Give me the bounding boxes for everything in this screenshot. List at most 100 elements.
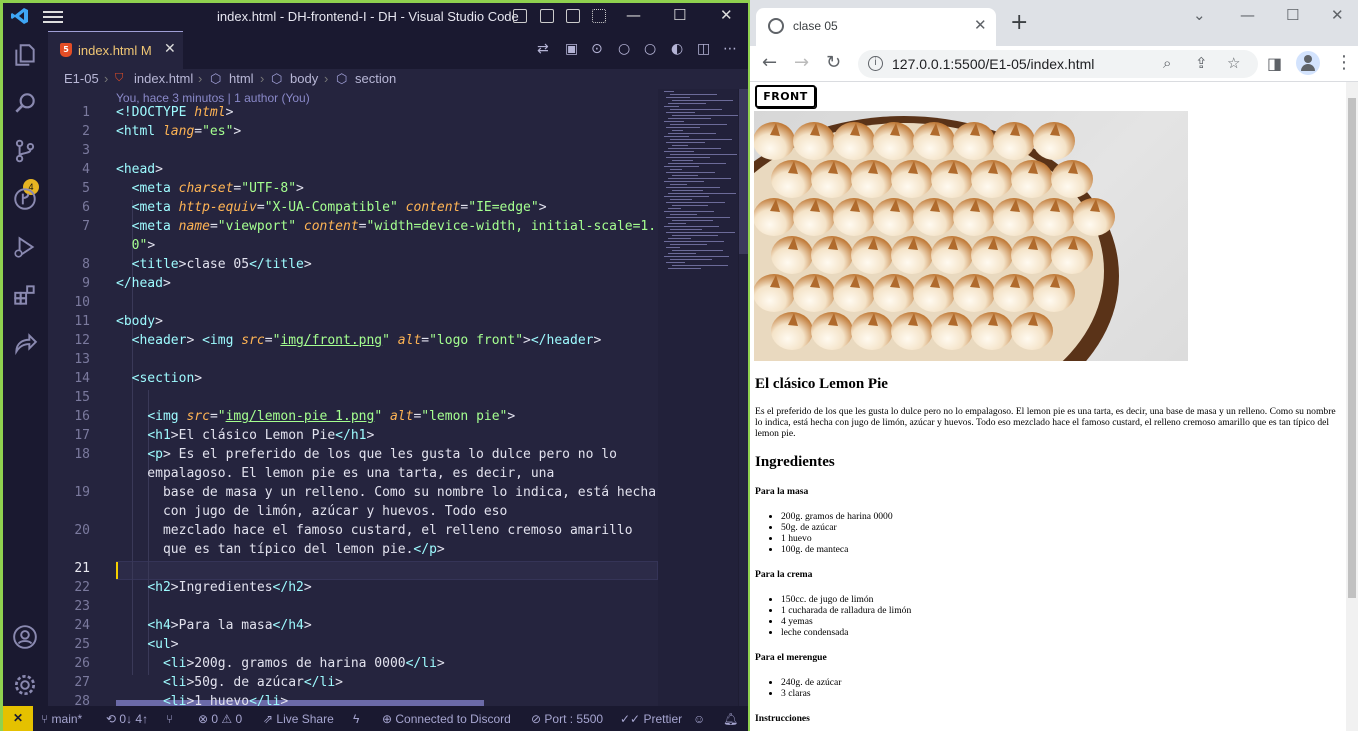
maximize-icon[interactable]: ☐ xyxy=(673,6,686,24)
git-lens-icon[interactable]: ◐ xyxy=(671,41,683,57)
live-share-icon[interactable] xyxy=(9,327,41,359)
git-graph-status-icon[interactable]: ⑂ xyxy=(166,712,173,726)
branch-status[interactable]: ⑂ main* xyxy=(41,712,82,726)
close-window-icon[interactable]: ✕ xyxy=(1331,6,1344,24)
toggle-panel-icon[interactable] xyxy=(540,9,554,23)
code-line[interactable]: <header> <img src="img/front.png" alt="l… xyxy=(116,333,602,348)
hamburger-menu-icon[interactable] xyxy=(43,8,63,26)
lightning-icon[interactable]: ϟ xyxy=(353,712,359,726)
tab-index-html[interactable]: 5 index.html M ✕ xyxy=(48,31,183,69)
extensions-icon[interactable] xyxy=(9,279,41,311)
chrome-menu-icon[interactable]: ⋮ xyxy=(1335,52,1353,73)
chevron-right-icon: › xyxy=(104,71,109,86)
code-line[interactable]: <li>200g. gramos de harina 0000</li> xyxy=(116,656,445,671)
code-line[interactable]: <title>clase 05</title> xyxy=(116,257,312,272)
close-tab-icon[interactable]: ✕ xyxy=(164,41,176,57)
code-line[interactable]: <li>50g. de azúcar</li> xyxy=(116,675,343,690)
more-actions-icon[interactable]: ⋯ xyxy=(723,41,737,57)
breadcrumb-folder[interactable]: E1-05 xyxy=(64,71,99,86)
code-line[interactable]: <p> Es el preferido de los que les gusta… xyxy=(116,447,617,462)
code-line[interactable]: <head> xyxy=(116,162,163,177)
preview-icon[interactable]: ▣ xyxy=(565,41,578,57)
code-line[interactable]: que es tan típico del lemon pie.</p> xyxy=(116,542,445,557)
port-status[interactable]: ⊘ Port : 5500 xyxy=(531,712,603,726)
code-line[interactable]: <li>1 huevo</li> xyxy=(116,694,288,706)
customize-layout-icon[interactable] xyxy=(592,9,606,23)
minimap[interactable] xyxy=(658,89,738,706)
browser-tab[interactable]: clase 05 ✕ xyxy=(756,8,996,46)
discord-status[interactable]: ⊕ Connected to Discord xyxy=(382,712,511,726)
previous-change-icon[interactable]: ○ xyxy=(618,41,630,57)
site-info-icon[interactable]: i xyxy=(868,56,883,71)
code-line[interactable]: <body> xyxy=(116,314,163,329)
explorer-icon[interactable] xyxy=(9,39,41,71)
git-blame-lens[interactable]: You, hace 3 minutos | 1 author (You) xyxy=(116,91,310,105)
code-line[interactable]: base de masa y un relleno. Como su nombr… xyxy=(116,485,656,500)
code-line[interactable]: <section> xyxy=(116,371,202,386)
minimize-icon[interactable]: — xyxy=(1240,6,1255,24)
back-arrow-icon[interactable]: ← xyxy=(762,52,777,73)
minimize-icon[interactable]: — xyxy=(626,6,641,24)
prettier-status[interactable]: ✓✓ Prettier xyxy=(620,712,682,726)
forward-arrow-icon[interactable]: → xyxy=(794,52,809,73)
code-line[interactable]: 0"> xyxy=(116,238,155,253)
code-line[interactable]: <ul> xyxy=(116,637,178,652)
open-changes-icon[interactable]: ⇄ xyxy=(537,41,549,57)
search-icon[interactable] xyxy=(9,87,41,119)
url-text[interactable]: 127.0.0.1:5500/E1-05/index.html xyxy=(892,56,1094,72)
tab-search-icon[interactable]: ⌄ xyxy=(1193,6,1206,24)
zoom-icon[interactable]: ⌕ xyxy=(1163,54,1171,72)
problems-status[interactable]: ⊗ 0 ⚠ 0 xyxy=(198,712,242,726)
account-icon[interactable] xyxy=(9,621,41,653)
code-line[interactable]: <h2>Ingredientes</h2> xyxy=(116,580,311,595)
code-line[interactable]: <html lang="es"> xyxy=(116,124,241,139)
bookmark-star-icon[interactable]: ☆ xyxy=(1227,54,1240,72)
code-line[interactable]: <meta charset="UTF-8"> xyxy=(116,181,304,196)
lemon-pie-image xyxy=(754,111,1188,361)
toggle-sidebar-icon[interactable] xyxy=(513,9,527,23)
feedback-icon[interactable]: ☺ xyxy=(693,712,705,726)
breadcrumb-html[interactable]: html xyxy=(229,71,254,86)
section-title-merengue: Para el merengue xyxy=(755,652,827,663)
reload-icon[interactable]: ↻ xyxy=(826,52,841,73)
code-line[interactable]: <h1>El clásico Lemon Pie</h1> xyxy=(116,428,374,443)
live-share-status[interactable]: ⇗ Live Share xyxy=(263,712,334,726)
code-editor[interactable]: You, hace 3 minutos | 1 author (You) 1 <!… xyxy=(48,89,658,706)
close-tab-icon[interactable]: ✕ xyxy=(974,16,987,34)
code-line[interactable]: </head> xyxy=(116,276,171,291)
run-debug-icon[interactable] xyxy=(9,231,41,263)
remote-indicator-icon[interactable]: ✕ xyxy=(3,706,33,731)
address-bar[interactable]: i 127.0.0.1:5500/E1-05/index.html ⌕ ⇪ ☆ xyxy=(858,50,1258,78)
new-tab-icon[interactable]: + xyxy=(1010,12,1028,34)
side-panel-icon[interactable]: ◨ xyxy=(1267,54,1282,73)
code-line[interactable]: empalagoso. El lemon pie es una tarta, e… xyxy=(116,466,554,481)
settings-gear-icon[interactable] xyxy=(9,669,41,701)
next-change-icon[interactable]: ○ xyxy=(644,41,656,57)
breadcrumb-section[interactable]: section xyxy=(355,71,396,86)
notifications-bell-icon[interactable]: 🔔︎ xyxy=(723,712,738,726)
rendered-page: FRONT El clásico Lemon Pie Es el preferi… xyxy=(750,82,1346,731)
code-line[interactable]: con jugo de limón, azúcar y huevos. Todo… xyxy=(116,504,507,519)
page-scrollbar[interactable] xyxy=(1346,82,1358,731)
code-line[interactable]: <meta name="viewport" content="width=dev… xyxy=(116,219,656,234)
go-back-change-icon[interactable]: ⊙ xyxy=(591,41,603,57)
breadcrumb-body[interactable]: body xyxy=(290,71,318,86)
maximize-icon[interactable]: ☐ xyxy=(1286,6,1299,24)
html5-icon: 5 xyxy=(60,43,72,57)
code-line[interactable]: mezclado hace el famoso custard, el rell… xyxy=(116,523,633,538)
code-line[interactable]: <h4>Para la masa</h4> xyxy=(116,618,311,633)
code-line[interactable]: <meta http-equiv="X-UA-Compatible" conte… xyxy=(116,200,547,215)
toggle-secondary-sidebar-icon[interactable] xyxy=(566,9,580,23)
close-window-icon[interactable]: ✕ xyxy=(720,6,733,24)
editor-scrollbar[interactable] xyxy=(739,89,748,706)
breadcrumb-file[interactable]: index.html xyxy=(134,71,193,86)
code-line[interactable]: <img src="img/lemon-pie 1.png" alt="lemo… xyxy=(116,409,515,424)
split-editor-icon[interactable]: ◫ xyxy=(697,41,710,57)
chevron-right-icon: › xyxy=(324,71,329,86)
code-line[interactable]: <!DOCTYPE html> xyxy=(116,105,233,120)
git-graph-icon[interactable] xyxy=(9,183,41,215)
source-control-icon[interactable] xyxy=(9,135,41,167)
profile-avatar-icon[interactable] xyxy=(1296,51,1320,75)
sync-status[interactable]: ⟲ 0↓ 4↑ xyxy=(106,712,148,726)
share-icon[interactable]: ⇪ xyxy=(1195,54,1208,72)
